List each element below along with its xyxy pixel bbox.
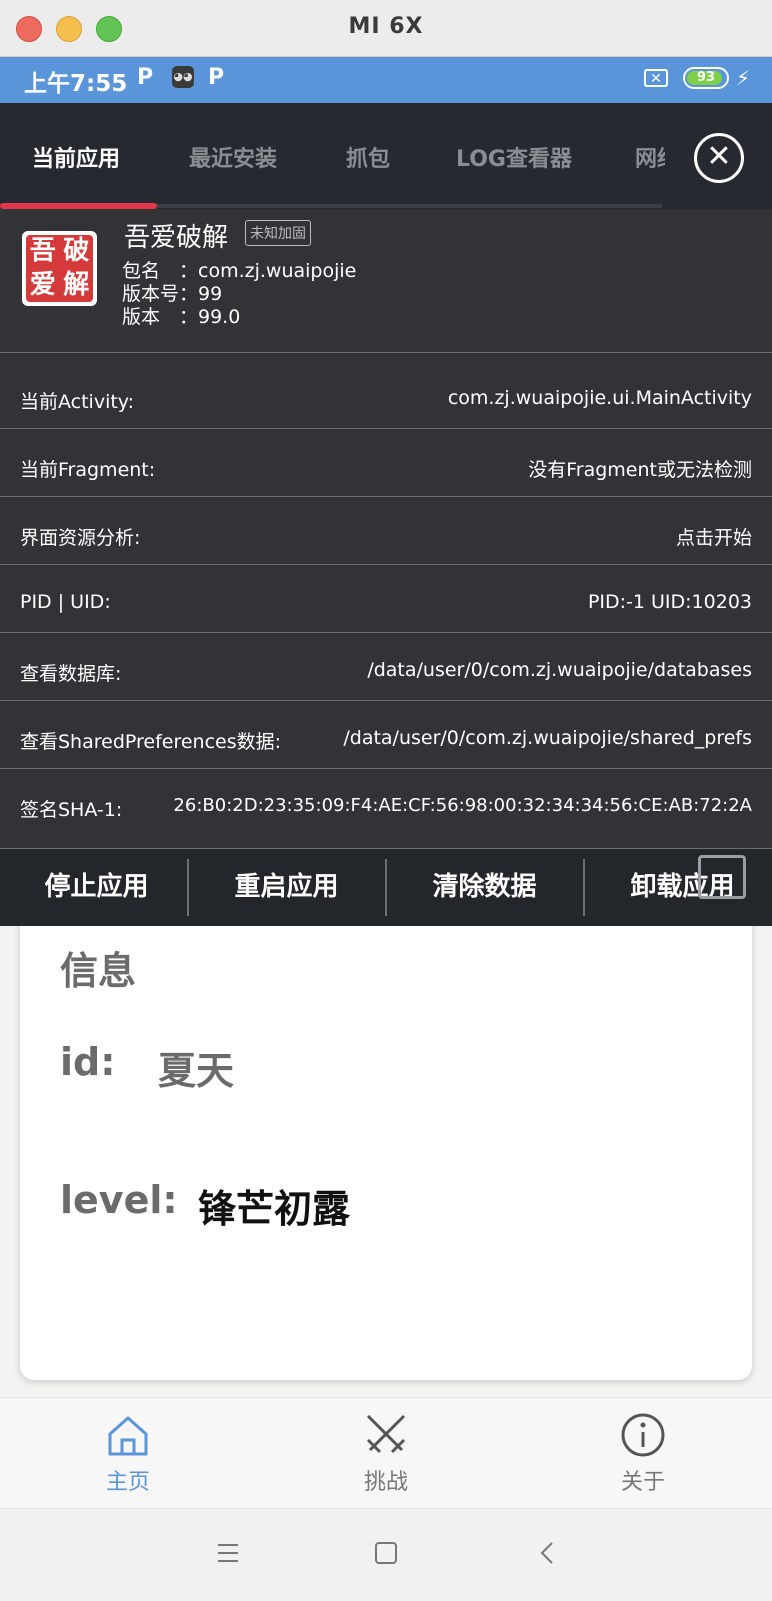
home-icon [108,1416,148,1456]
parking-icon: P [137,65,154,90]
row-label: PID | UID: [20,591,111,613]
clear-data-button[interactable]: 清除数据 [388,849,581,926]
nav-label-home: 主页 [105,1470,150,1495]
row-label: 界面资源分析: [20,527,141,549]
developer-overlay-panel: 当前应用 最近安装 抓包 LOG查看器 网络 ✕ 吾 破 爱 解 吾爱破解 未知… [0,103,772,926]
app-icon: 吾 破 爱 解 [22,231,97,306]
status-time: 上午7:55 [24,71,128,97]
app-notification-icon: ◕◕ [172,66,194,88]
status-bar: 上午7:55 P ◕◕ P ✕ 93 ⚡ [0,57,772,103]
crossed-swords-icon [366,1414,406,1454]
info-row-fragment[interactable]: 当前Fragment: 没有Fragment或无法检测 [0,428,772,497]
info-icon [621,1413,665,1457]
charging-icon: ⚡ [736,66,751,90]
parking-icon-2: P [208,65,225,90]
tab-recent-installs[interactable]: 最近安装 [189,141,277,173]
nav-label-challenge: 挑战 [363,1470,408,1495]
divider [583,859,585,916]
tab-track [157,204,662,208]
version-name: 版本 ：99.0 [122,306,241,328]
tab-network-clip: 网络 [635,139,665,173]
battery-level: 93 [696,70,716,85]
level-label: level: [60,1178,178,1222]
nav-label-about: 关于 [620,1470,665,1495]
id-value: 夏天 [158,1049,235,1093]
active-tab-indicator [0,203,157,209]
app-name: 吾爱破解 [124,223,229,253]
nav-item-about[interactable]: 关于 [573,1398,713,1508]
row-value: com.zj.wuaipojie.ui.MainActivity [447,387,752,409]
restart-app-button[interactable]: 重启应用 [190,849,383,926]
stop-app-button[interactable]: 停止应用 [0,849,193,926]
menu-icon[interactable] [214,1539,242,1567]
overlay-tabbar: 当前应用 最近安装 抓包 LOG查看器 网络 ✕ [0,103,772,209]
system-navigation-bar [0,1508,772,1601]
info-row-activity[interactable]: 当前Activity: com.zj.wuaipojie.ui.MainActi… [0,352,772,429]
row-label: 查看SharedPreferences数据: [20,731,282,753]
nav-item-home[interactable]: 主页 [58,1398,198,1508]
row-value[interactable]: 点击开始 [676,523,752,550]
battery-icon: 93 [683,67,729,89]
nav-item-challenge[interactable]: 挑战 [316,1398,456,1508]
level-value: 锋芒初露 [198,1187,351,1231]
row-label: 当前Activity: [20,391,135,413]
row-value: 26:B0:2D:23:35:09:F4:AE:CF:56:98:00:32:3… [173,795,752,816]
home-square-icon[interactable] [372,1539,400,1567]
no-sim-icon: ✕ [644,69,668,87]
row-label: 查看数据库: [20,663,122,685]
app-icon-seal: 吾 破 爱 解 [26,235,93,302]
row-value: PID:-1 UID:10203 [587,591,752,613]
window-title: MI 6X [348,14,424,39]
tab-network[interactable]: 网络 [635,141,665,173]
close-icon[interactable]: ✕ [694,133,744,183]
row-value: /data/user/0/com.zj.wuaipojie/shared_pre… [343,727,752,749]
info-row-shared-prefs[interactable]: 查看SharedPreferences数据: /data/user/0/com.… [0,700,772,769]
tab-current-app[interactable]: 当前应用 [32,141,120,173]
info-row-database[interactable]: 查看数据库: /data/user/0/com.zj.wuaipojie/dat… [0,632,772,701]
tab-log-viewer[interactable]: LOG查看器 [456,141,572,173]
info-row-signature[interactable]: 签名SHA-1: 26:B0:2D:23:35:09:F4:AE:CF:56:9… [0,768,772,837]
row-label: 当前Fragment: [20,459,156,481]
bottom-navigation: 主页 挑战 关于 [0,1397,772,1508]
window-titlebar: MI 6X [0,0,772,57]
row-label: 签名SHA-1: [20,799,123,821]
info-row-resource-analysis[interactable]: 界面资源分析: 点击开始 [0,496,772,565]
resize-handle-icon[interactable] [698,855,746,899]
divider [187,859,189,916]
tab-capture[interactable]: 抓包 [346,141,390,173]
divider [385,859,387,916]
info-row-pid-uid[interactable]: PID | UID: PID:-1 UID:10203 [0,564,772,633]
info-title: 信息 [60,949,137,993]
back-icon[interactable] [534,1539,562,1567]
action-bar: 停止应用 重启应用 清除数据 卸载应用 [0,848,772,926]
id-label: id: [60,1040,116,1084]
row-value: /data/user/0/com.zj.wuaipojie/databases [367,659,752,681]
protection-badge: 未知加固 [245,220,311,246]
row-value: 没有Fragment或无法检测 [528,459,752,481]
